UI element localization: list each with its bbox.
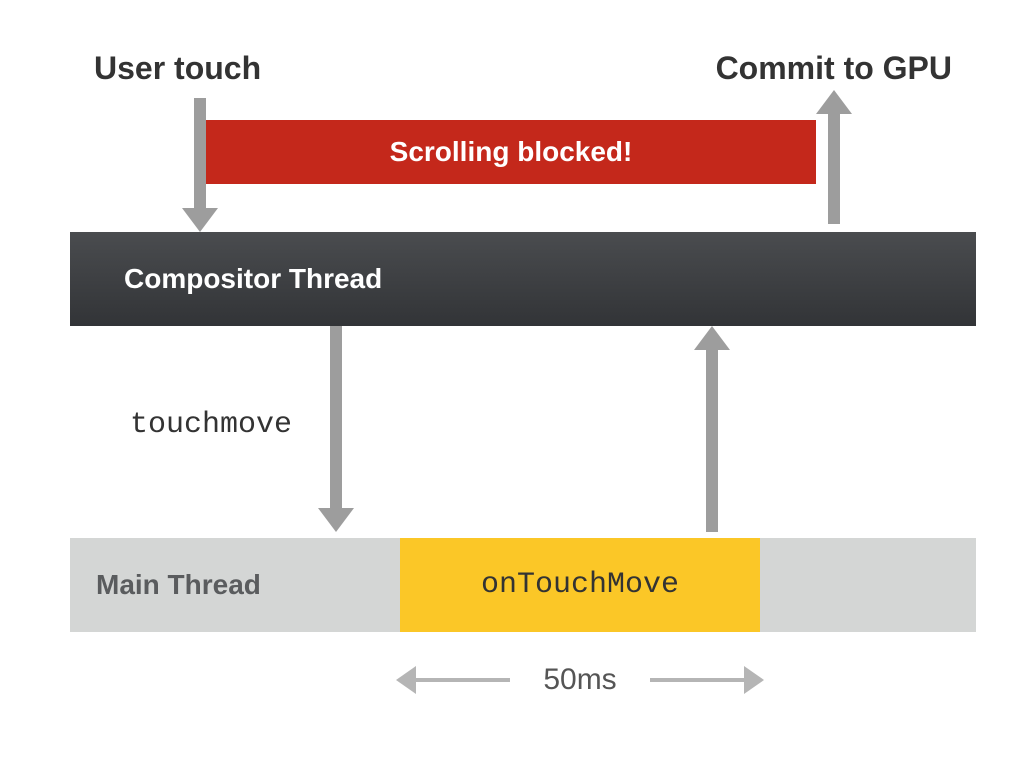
duration-dimension: 50ms: [400, 660, 760, 700]
ontouchmove-handler-text: onTouchMove: [481, 568, 679, 602]
arrow-compositor-to-main: [330, 326, 342, 510]
diagram-stage: User touch Commit to GPU Scrolling block…: [0, 0, 1024, 768]
arrow-compositor-to-gpu: [828, 112, 840, 224]
arrow-main-to-compositor: [706, 348, 718, 532]
main-thread-bar: Main Thread onTouchMove: [70, 538, 976, 632]
dimension-line-left: [400, 678, 510, 682]
label-commit-to-gpu: Commit to GPU: [716, 50, 952, 87]
ontouchmove-handler-block: onTouchMove: [400, 538, 760, 632]
compositor-thread-label: Compositor Thread: [124, 263, 382, 295]
dimension-arrowhead-right: [744, 666, 764, 694]
duration-label: 50ms: [543, 663, 616, 697]
main-thread-label: Main Thread: [96, 569, 261, 601]
compositor-thread-bar: Compositor Thread: [70, 232, 976, 326]
scrolling-blocked-text: Scrolling blocked!: [390, 136, 633, 168]
arrow-user-touch-to-compositor: [194, 98, 206, 210]
label-user-touch: User touch: [94, 50, 261, 87]
scrolling-blocked-banner: Scrolling blocked!: [206, 120, 816, 184]
label-touchmove-event: touchmove: [130, 408, 292, 442]
